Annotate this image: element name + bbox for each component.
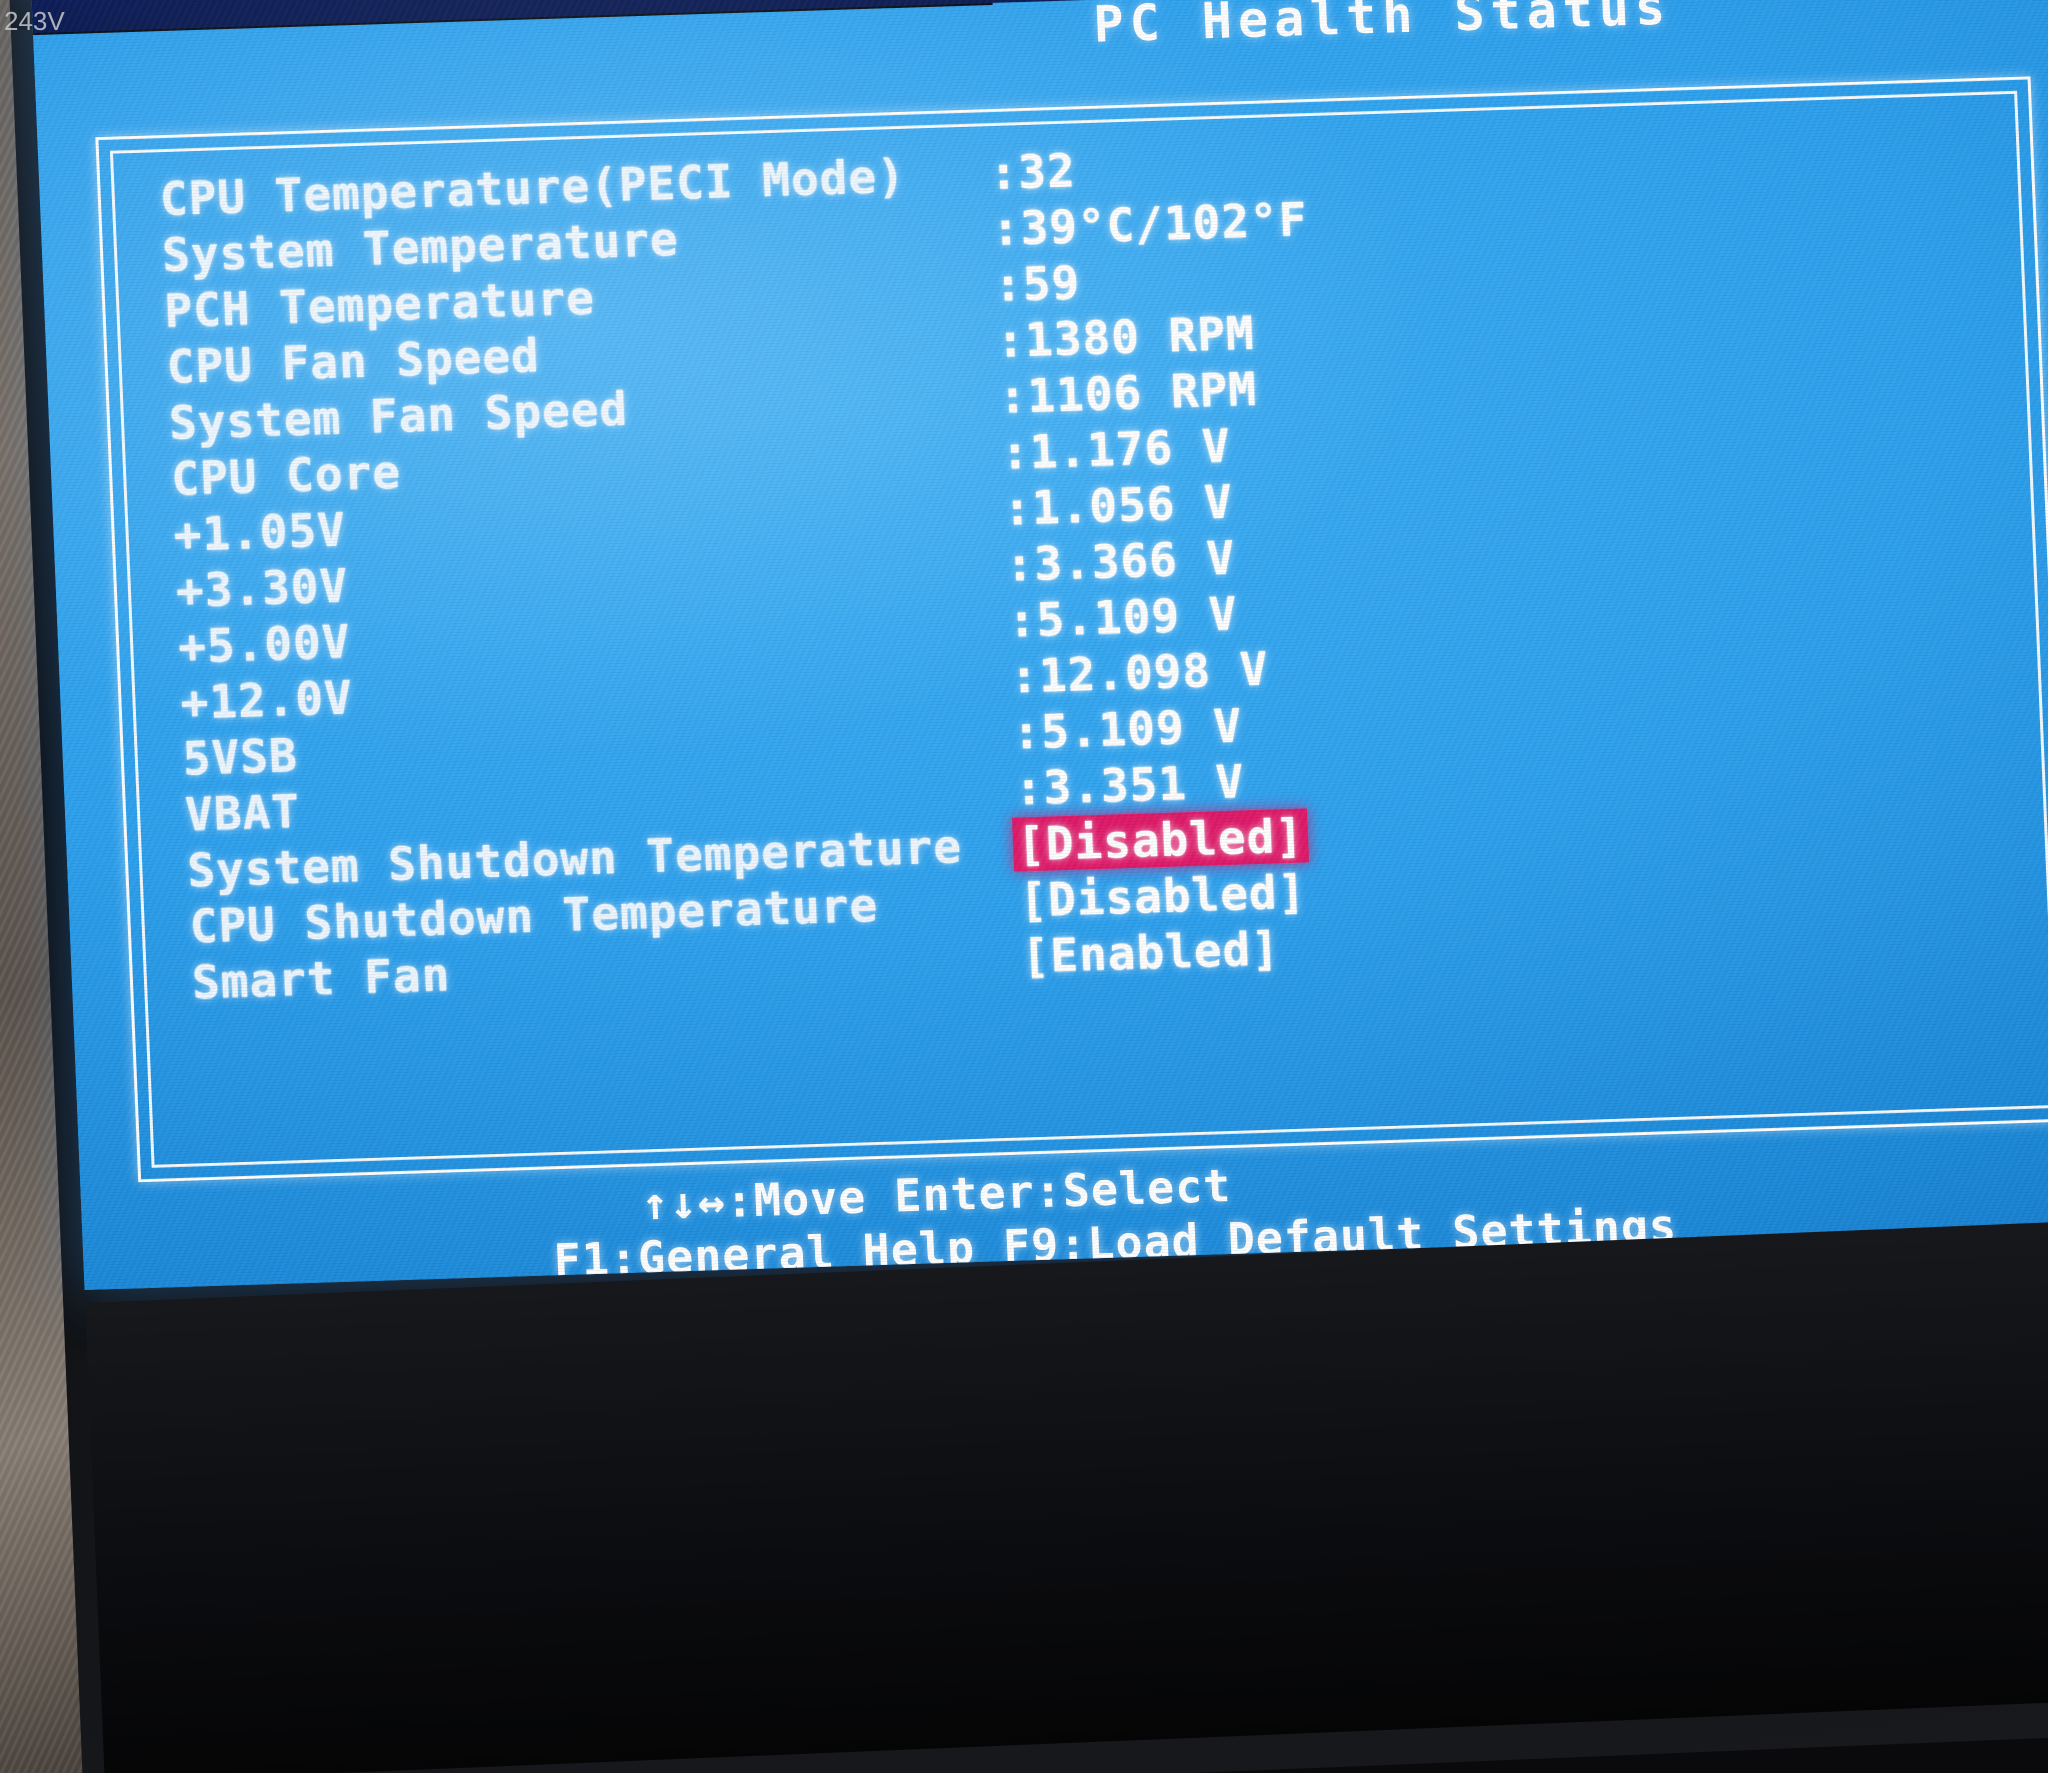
item-label: +12.0V: [179, 670, 354, 730]
item-value: :32: [988, 143, 1077, 201]
item-label: +1.05V: [172, 502, 347, 562]
monitor-bezel: CMOS Setup Utility PC Health Status CPU …: [8, 0, 2048, 1773]
item-value: :59: [993, 255, 1082, 312]
item-value: :1380 RPM: [995, 305, 1256, 368]
item-value: :3.366 V: [1004, 530, 1237, 592]
item-value: :1106 RPM: [997, 361, 1258, 424]
item-value: :39°C/102°F: [990, 192, 1309, 257]
camera-overlay-label: 243V: [4, 6, 65, 36]
item-value: :12.098 V: [1009, 641, 1270, 704]
item-value: :3.351 V: [1013, 754, 1246, 816]
monitor-lower-bezel: [85, 1218, 2048, 1773]
item-value: :1.176 V: [999, 418, 1232, 480]
item-value: :5.109 V: [1006, 586, 1239, 648]
item-value: :5.109 V: [1011, 698, 1244, 760]
item-label: +5.00V: [177, 614, 352, 674]
item-value: :1.056 V: [1002, 474, 1234, 536]
screenshot-root: CMOS Setup Utility PC Health Status CPU …: [0, 0, 2048, 1773]
item-value[interactable]: [Enabled]: [1021, 921, 1281, 983]
item-label: 5VSB: [181, 728, 299, 786]
item-value[interactable]: [Disabled]: [1018, 865, 1307, 928]
item-label: CPU Core: [170, 444, 402, 506]
item-value-selected[interactable]: [Disabled]: [1012, 808, 1310, 872]
item-label: CPU Fan Speed: [165, 328, 541, 395]
bios-screen: CMOS Setup Utility PC Health Status CPU …: [30, 0, 2048, 1291]
health-status-list: CPU Temperature(PECI Mode) :32 System Te…: [159, 115, 2023, 1012]
item-label: VBAT: [184, 784, 302, 842]
item-label: +3.30V: [174, 558, 350, 618]
item-label: Smart Fan: [190, 947, 452, 1010]
